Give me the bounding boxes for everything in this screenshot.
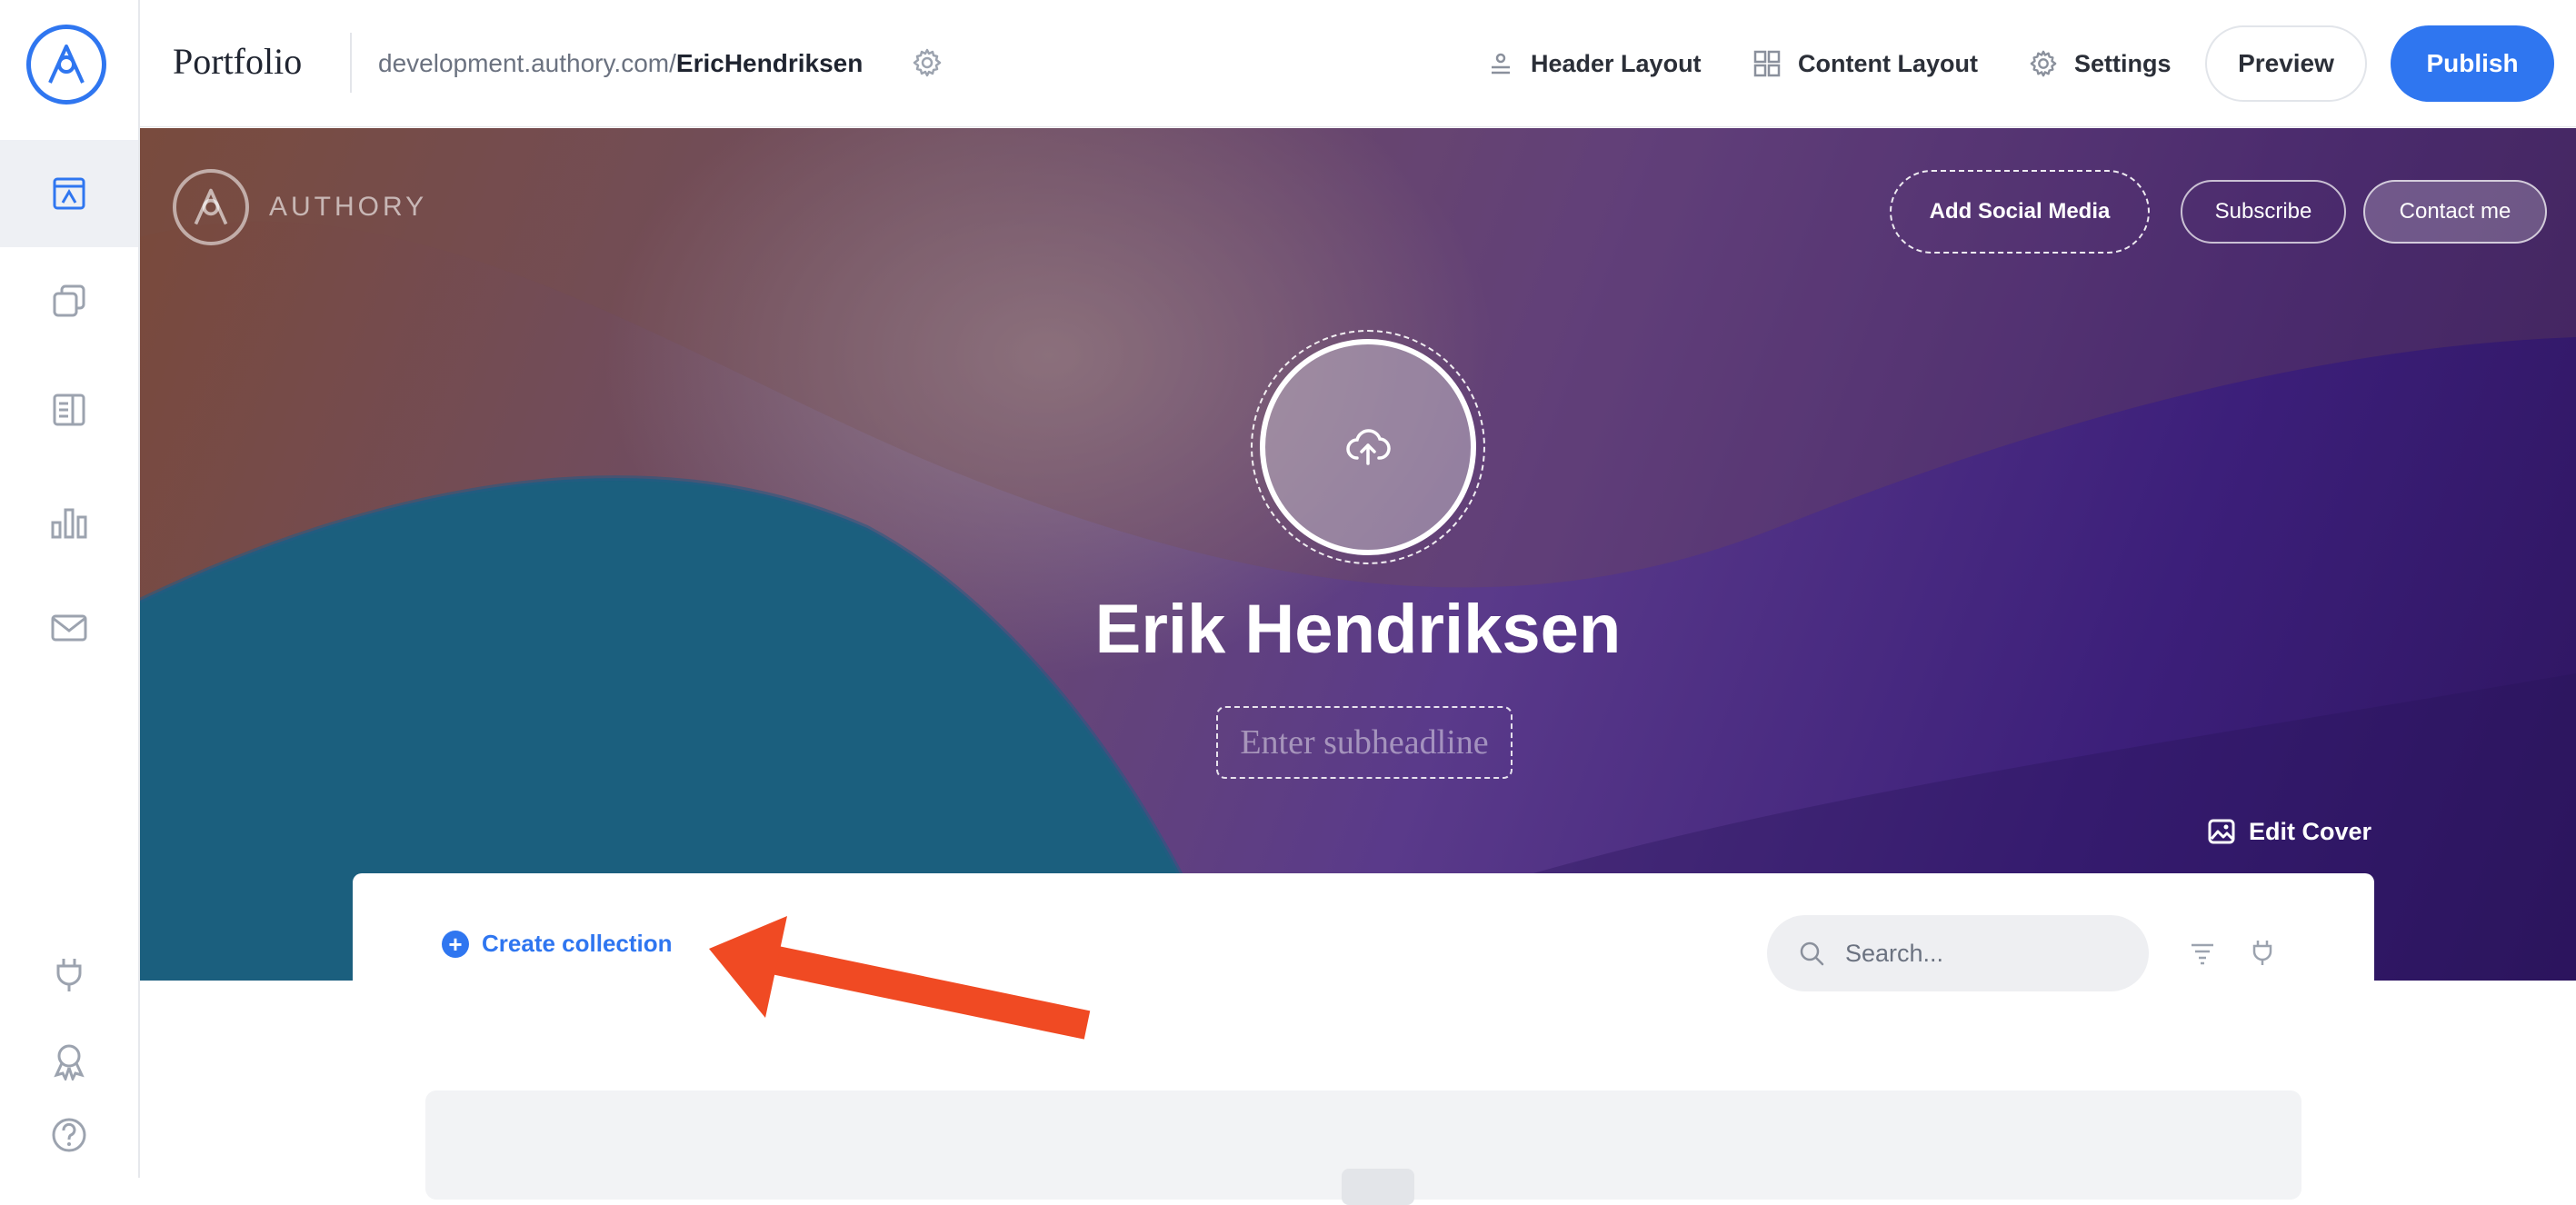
edit-cover-button[interactable]: Edit Cover [2207,817,2371,846]
sidebar-item-help[interactable] [0,1081,138,1189]
contact-me-button[interactable]: Contact me [2363,180,2547,244]
edit-cover-label: Edit Cover [2249,817,2372,845]
content-layout-button[interactable]: Content Layout [1752,40,1978,87]
search-input[interactable] [1845,939,2118,968]
plus-icon: + [442,930,469,958]
help-icon [52,1118,86,1152]
authory-brand-name: AUTHORY [269,192,428,222]
sidebar-item-portfolio[interactable] [0,140,138,247]
sidebar-item-collections[interactable] [0,247,138,354]
content-layout-label: Content Layout [1798,49,1978,77]
header-layout-button[interactable]: Header Layout [1487,40,1702,87]
divider [350,33,352,93]
authory-brand-logo [173,169,249,245]
sidebar-item-newsletter[interactable] [0,574,138,682]
mail-icon [51,614,87,642]
plug-icon [56,959,82,991]
bar-chart-icon [51,508,87,539]
placeholder-thumbnail [1342,1169,1414,1205]
plug-icon[interactable] [2247,937,2278,968]
create-collection-label: Create collection [482,930,673,957]
subscribe-button[interactable]: Subscribe [2181,180,2346,244]
annotation-arrow [709,916,1091,1040]
sidebar-item-articles[interactable] [0,356,138,463]
portfolio-url[interactable]: development.authory.com/EricHendriksen [378,49,863,78]
image-icon [2208,819,2235,844]
subheadline-input[interactable]: Enter subheadline [1216,706,1513,779]
create-collection-button[interactable]: + Create collection [442,930,673,958]
filter-icon[interactable] [2187,937,2218,968]
header-layout-icon [1492,53,1510,75]
search-icon [1800,941,1824,966]
authory-mark-icon [194,188,228,225]
add-social-media-button[interactable]: Add Social Media [1890,170,2150,254]
url-prefix: development.authory.com/ [378,49,676,77]
copy-icon [53,284,85,317]
preview-button[interactable]: Preview [2205,25,2367,102]
url-user: EricHendriksen [675,49,864,77]
avatar-upload[interactable] [1260,339,1476,555]
top-bar: Portfolio development.authory.com/EricHe… [140,0,2576,127]
authory-logo-icon [48,45,85,84]
settings-label: Settings [2074,49,2172,77]
grid-icon [1753,50,1781,77]
collection-placeholder-card [425,1090,2301,1205]
authory-brand: AUTHORY [173,169,427,245]
profile-name[interactable]: Erik Hendriksen [140,590,2576,669]
layout-icon [53,177,85,210]
sidebar-item-analytics[interactable] [0,467,138,574]
page-title: Portfolio [173,41,303,82]
publish-button[interactable]: Publish [2391,25,2554,102]
cover-banner: AUTHORY Add Social Media Subscribe Conta… [140,128,2576,981]
search-box[interactable] [1767,915,2149,991]
authory-logo[interactable] [26,25,106,105]
settings-button[interactable]: Settings [2029,40,2172,87]
settings-gear-icon [2030,50,2057,77]
header-layout-label: Header Layout [1531,49,1702,77]
badge-icon [54,1044,85,1081]
cloud-upload-icon [1346,429,1391,465]
sidebar [0,0,140,1178]
gear-icon[interactable] [912,47,943,78]
article-icon [53,393,85,426]
